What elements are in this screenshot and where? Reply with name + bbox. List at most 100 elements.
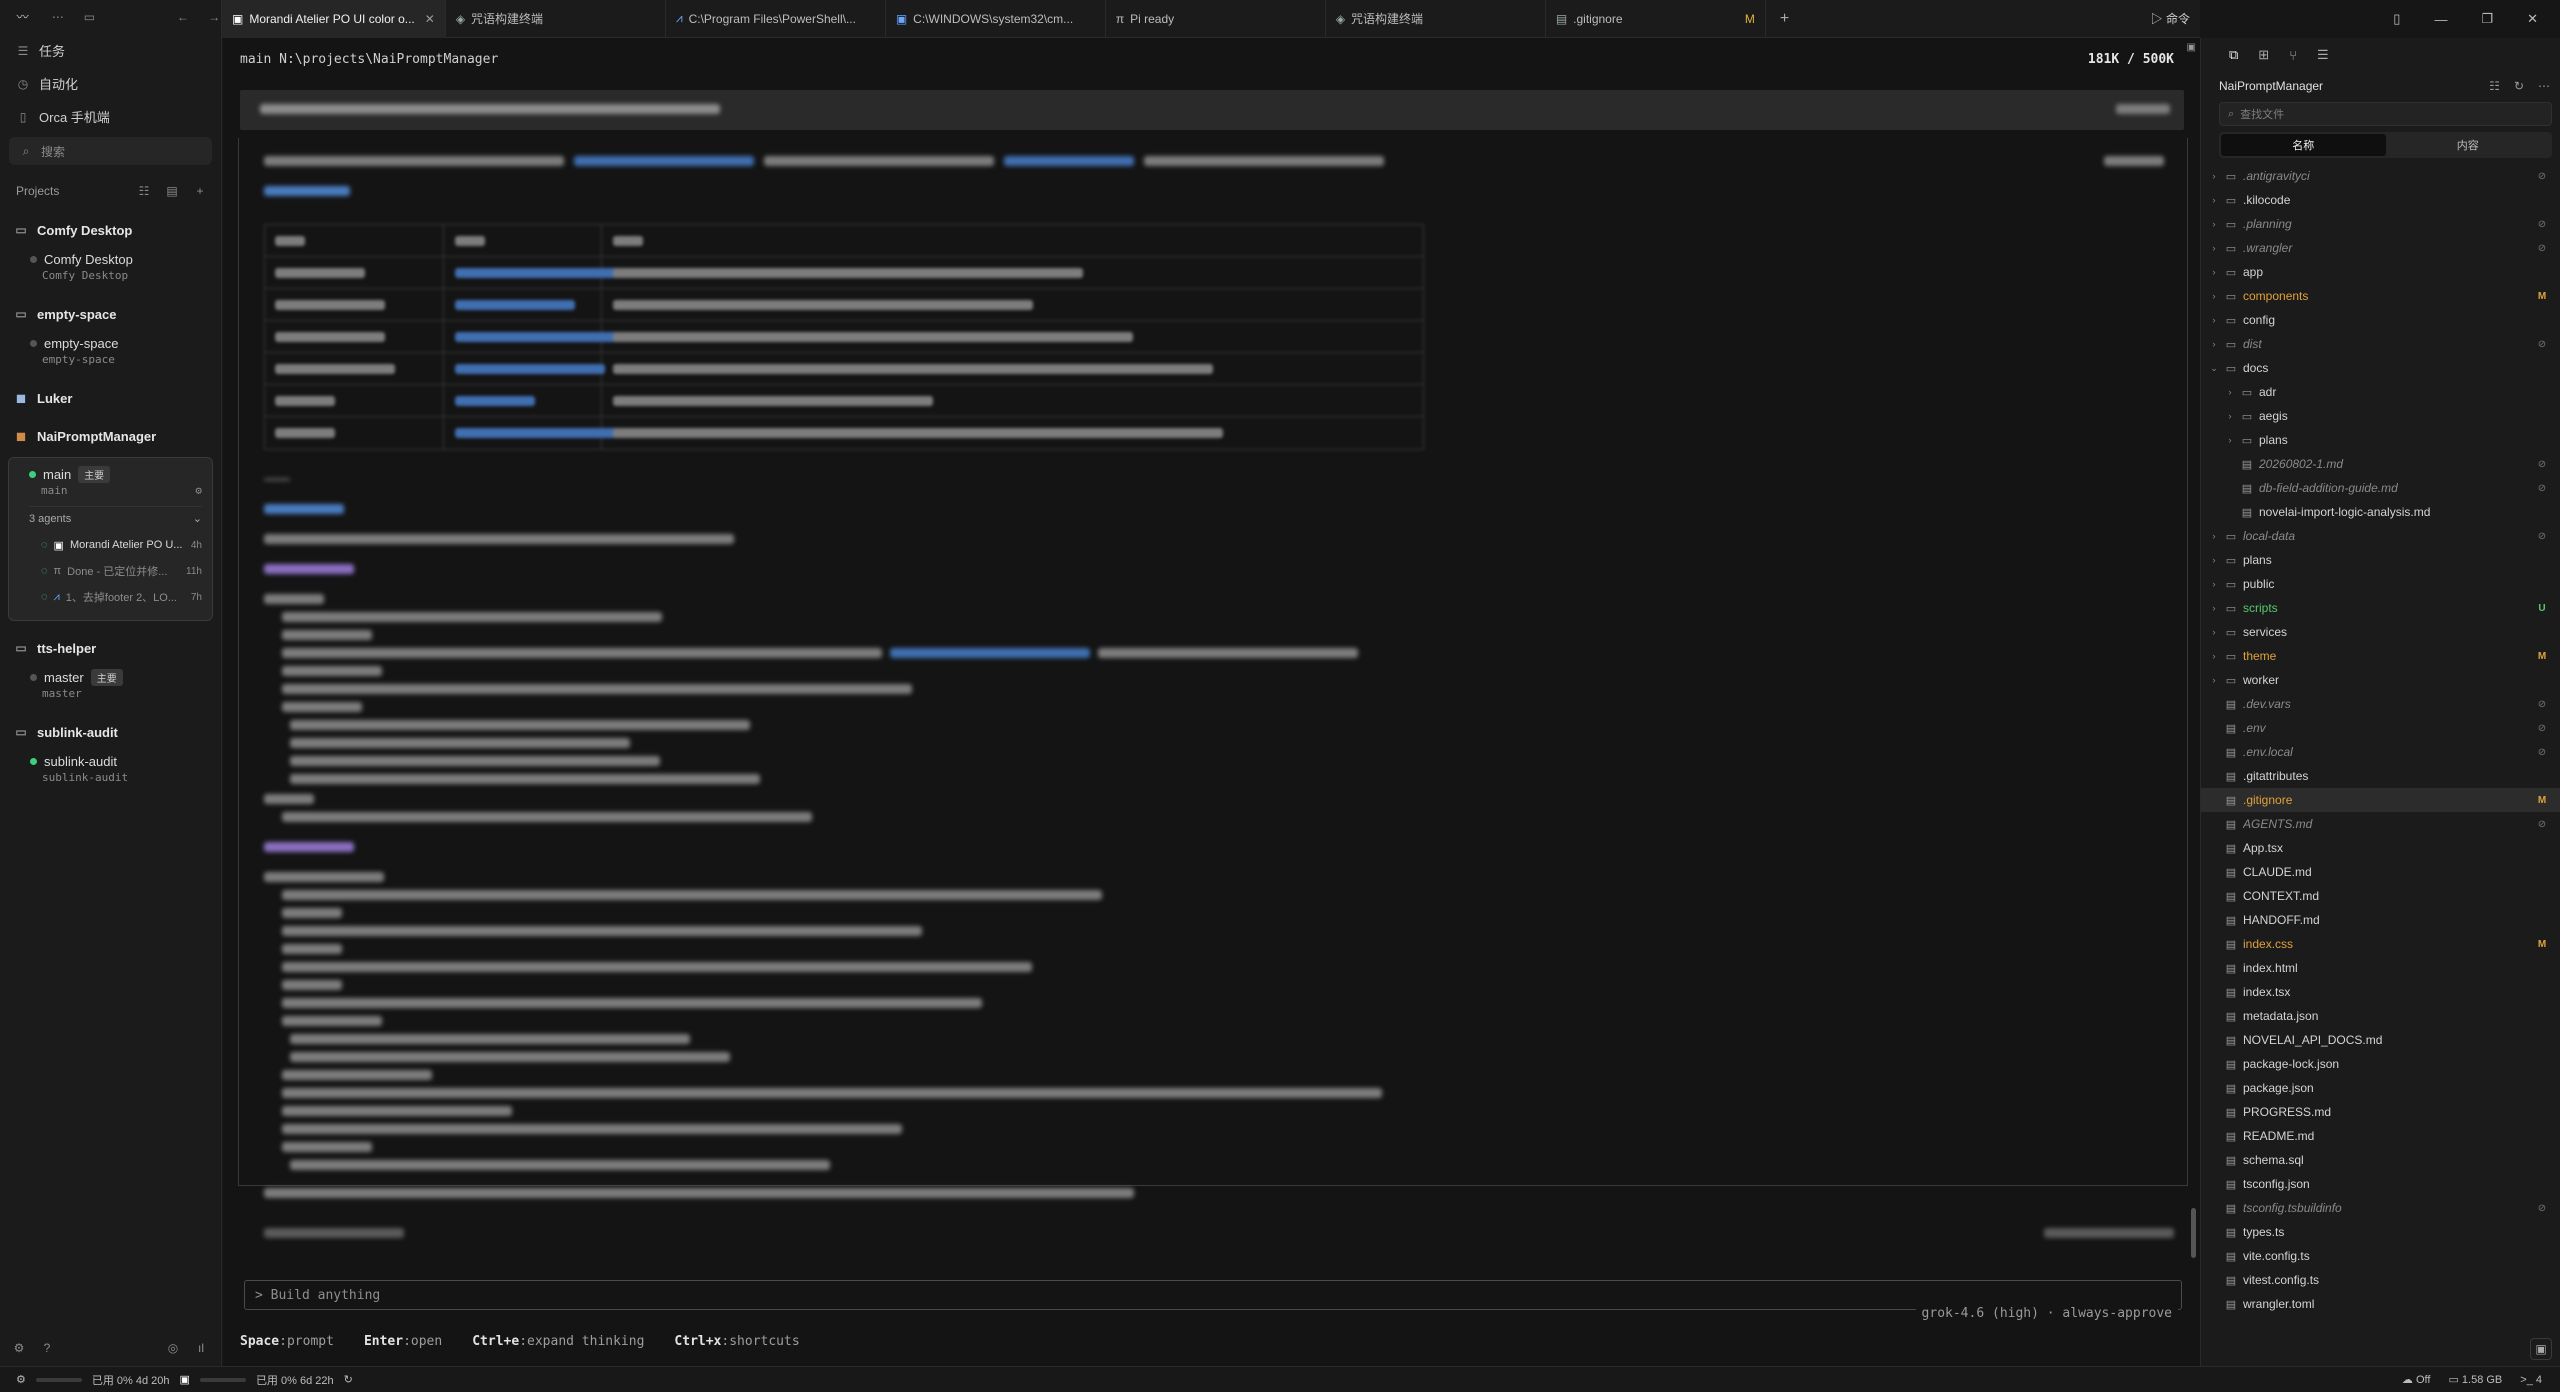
close-icon[interactable]: ✕ [425,12,435,26]
file-item[interactable]: ▤ .env ⊘ [2201,716,2560,740]
add-tab-button[interactable]: + [1766,10,1803,28]
folder-item[interactable]: › ▭ adr [2201,380,2560,404]
toggle-sidebar-icon[interactable]: ▭ [83,10,96,24]
collapse-all-icon[interactable]: ☷ [2489,79,2500,93]
agents-toggle[interactable]: 3 agents ⌄ [29,506,202,530]
toggle-panel-icon[interactable]: ▯ [2393,11,2400,27]
forward-icon[interactable]: → [208,10,221,24]
panel-layout-icon[interactable]: ▣ [2530,1338,2552,1360]
file-item[interactable]: ▤ README.md [2201,1124,2560,1148]
file-item[interactable]: ▤ .env.local ⊘ [2201,740,2560,764]
more-icon[interactable]: ⋯ [2538,79,2550,93]
file-item[interactable]: ▤ App.tsx [2201,836,2560,860]
file-item[interactable]: ▤ tsconfig.json [2201,1172,2560,1196]
settings-icon[interactable]: ⚙ [195,484,202,502]
seg-content[interactable]: 内容 [2386,134,2551,156]
activity-icon[interactable]: ıl [194,1341,208,1355]
nav-tasks[interactable]: ☰ 任务 [0,34,221,67]
folder-item[interactable]: › ▭ public [2201,572,2560,596]
sync-icon[interactable]: ↻ [344,1373,353,1386]
folder-item[interactable]: › ▭ app [2201,260,2560,284]
file-item[interactable]: ▤ CONTEXT.md [2201,884,2560,908]
project-tts-helper[interactable]: ▭ tts-helper [0,633,221,663]
file-item[interactable]: ▤ index.html [2201,956,2560,980]
file-item[interactable]: ▤ .gitattributes [2201,764,2560,788]
sidebar-search[interactable]: ⌕ 搜索 [9,137,212,165]
folder-item[interactable]: › ▭ aegis [2201,404,2560,428]
agent-item[interactable]: ◌ ⩘ 1、去掉footer 2、LO... 7h [9,584,212,610]
split-icon[interactable]: ▣ [2187,42,2196,53]
file-item[interactable]: ▤ types.ts [2201,1220,2560,1244]
folder-item[interactable]: › ▭ dist ⊘ [2201,332,2560,356]
terminal-scrollbar[interactable] [2191,1208,2196,1258]
file-item[interactable]: ▤ vite.config.ts [2201,1244,2560,1268]
files-icon[interactable]: ⧉ [2229,47,2238,63]
file-item[interactable]: ▤ wrangler.toml [2201,1292,2560,1316]
folder-item[interactable]: › ▭ .wrangler ⊘ [2201,236,2560,260]
more-icon[interactable]: ⋯ [51,10,64,24]
agent-item[interactable]: ◌ ▣ Morandi Atelier PO U... 4h [9,532,212,558]
file-item[interactable]: ▤ novelai-import-logic-analysis.md [2201,500,2560,524]
gear-icon[interactable]: ⚙ [12,1341,26,1355]
worktree-item[interactable]: master 主要 master [0,667,221,705]
terminal-count[interactable]: >_ 4 [2520,1374,2542,1386]
tab-powershell[interactable]: ⩘ C:\Program Files\PowerShell\... [666,0,886,38]
maximize-icon[interactable]: ❐ [2481,11,2493,27]
folder-item[interactable]: › ▭ components M [2201,284,2560,308]
seg-name[interactable]: 名称 [2221,134,2386,156]
tab-gitignore[interactable]: ▤ .gitignore M [1546,0,1766,38]
agent-item[interactable]: ◌ π Done - 已定位并修... 11h [9,558,212,584]
file-item[interactable]: ▤ tsconfig.tsbuildinfo ⊘ [2201,1196,2560,1220]
filter-icon[interactable]: ☷ [137,184,151,198]
add-project-icon[interactable]: + [193,184,207,198]
settings-icon[interactable]: ⚙ [16,1373,26,1386]
worktree-item[interactable]: sublink-audit sublink-audit [0,751,221,789]
project-comfy-desktop[interactable]: ▭ Comfy Desktop [0,215,221,245]
file-item[interactable]: ▤ .dev.vars ⊘ [2201,692,2560,716]
terminal-pane[interactable]: main N:\projects\NaiPromptManager 181K /… [224,38,2200,1366]
sync-status[interactable]: ☁ Off [2402,1373,2431,1386]
file-item[interactable]: ▤ .gitignore M [2201,788,2560,812]
folder-item[interactable]: ⌄ ▭ docs [2201,356,2560,380]
file-item[interactable]: ▤ metadata.json [2201,1004,2560,1028]
file-item[interactable]: ▤ schema.sql [2201,1148,2560,1172]
folder-item[interactable]: › ▭ plans [2201,428,2560,452]
project-sublink-audit[interactable]: ▭ sublink-audit [0,717,221,747]
source-control-icon[interactable]: ⑂ [2289,48,2297,63]
extensions-icon[interactable]: ⊞ [2258,47,2269,63]
folder-item[interactable]: › ▭ theme M [2201,644,2560,668]
file-item[interactable]: ▤ 20260802-1.md ⊘ [2201,452,2560,476]
folder-item[interactable]: › ▭ .planning ⊘ [2201,212,2560,236]
folder-item[interactable]: › ▭ worker [2201,668,2560,692]
file-item[interactable]: ▤ AGENTS.md ⊘ [2201,812,2560,836]
worktree-item[interactable]: Comfy Desktop Comfy Desktop [0,249,221,287]
theme-icon[interactable]: ◎ [166,1341,180,1355]
folder-item[interactable]: › ▭ scripts U [2201,596,2560,620]
tab-cmd[interactable]: ▣ C:\WINDOWS\system32\cm... [886,0,1106,38]
tab-terminal-1[interactable]: ◈ 咒语构建终端 [446,0,666,38]
folder-item[interactable]: › ▭ plans [2201,548,2560,572]
file-search-input[interactable]: ⌕ 查找文件 [2219,102,2552,126]
tab-morandi[interactable]: ▣ Morandi Atelier PO UI color o... ✕ [222,0,446,38]
tab-pi[interactable]: π Pi ready [1106,0,1326,38]
nav-phone[interactable]: ▯ Orca 手机端 [0,100,221,133]
file-item[interactable]: ▤ package-lock.json [2201,1052,2560,1076]
project-luker[interactable]: ◼ Luker [0,383,221,413]
checklist-icon[interactable]: ☰ [2317,47,2329,63]
run-command-button[interactable]: ▷ 命令 [2151,10,2200,27]
file-item[interactable]: ▤ CLAUDE.md [2201,860,2560,884]
file-item[interactable]: ▤ db-field-addition-guide.md ⊘ [2201,476,2560,500]
help-icon[interactable]: ? [40,1341,54,1355]
file-item[interactable]: ▤ PROGRESS.md [2201,1100,2560,1124]
file-item[interactable]: ▤ HANDOFF.md [2201,908,2560,932]
project-empty-space[interactable]: ▭ empty-space [0,299,221,329]
prompt-input[interactable]: > Build anything [244,1280,2182,1310]
worktree-item[interactable]: main 主要 main ⚙ [9,464,212,502]
refresh-icon[interactable]: ↻ [2514,79,2524,93]
file-item[interactable]: ▤ index.css M [2201,932,2560,956]
folder-add-icon[interactable]: ▤ [165,184,179,198]
folder-item[interactable]: › ▭ config [2201,308,2560,332]
folder-item[interactable]: › ▭ .kilocode [2201,188,2560,212]
worktree-item[interactable]: empty-space empty-space [0,333,221,371]
minimize-icon[interactable]: — [2434,12,2447,27]
